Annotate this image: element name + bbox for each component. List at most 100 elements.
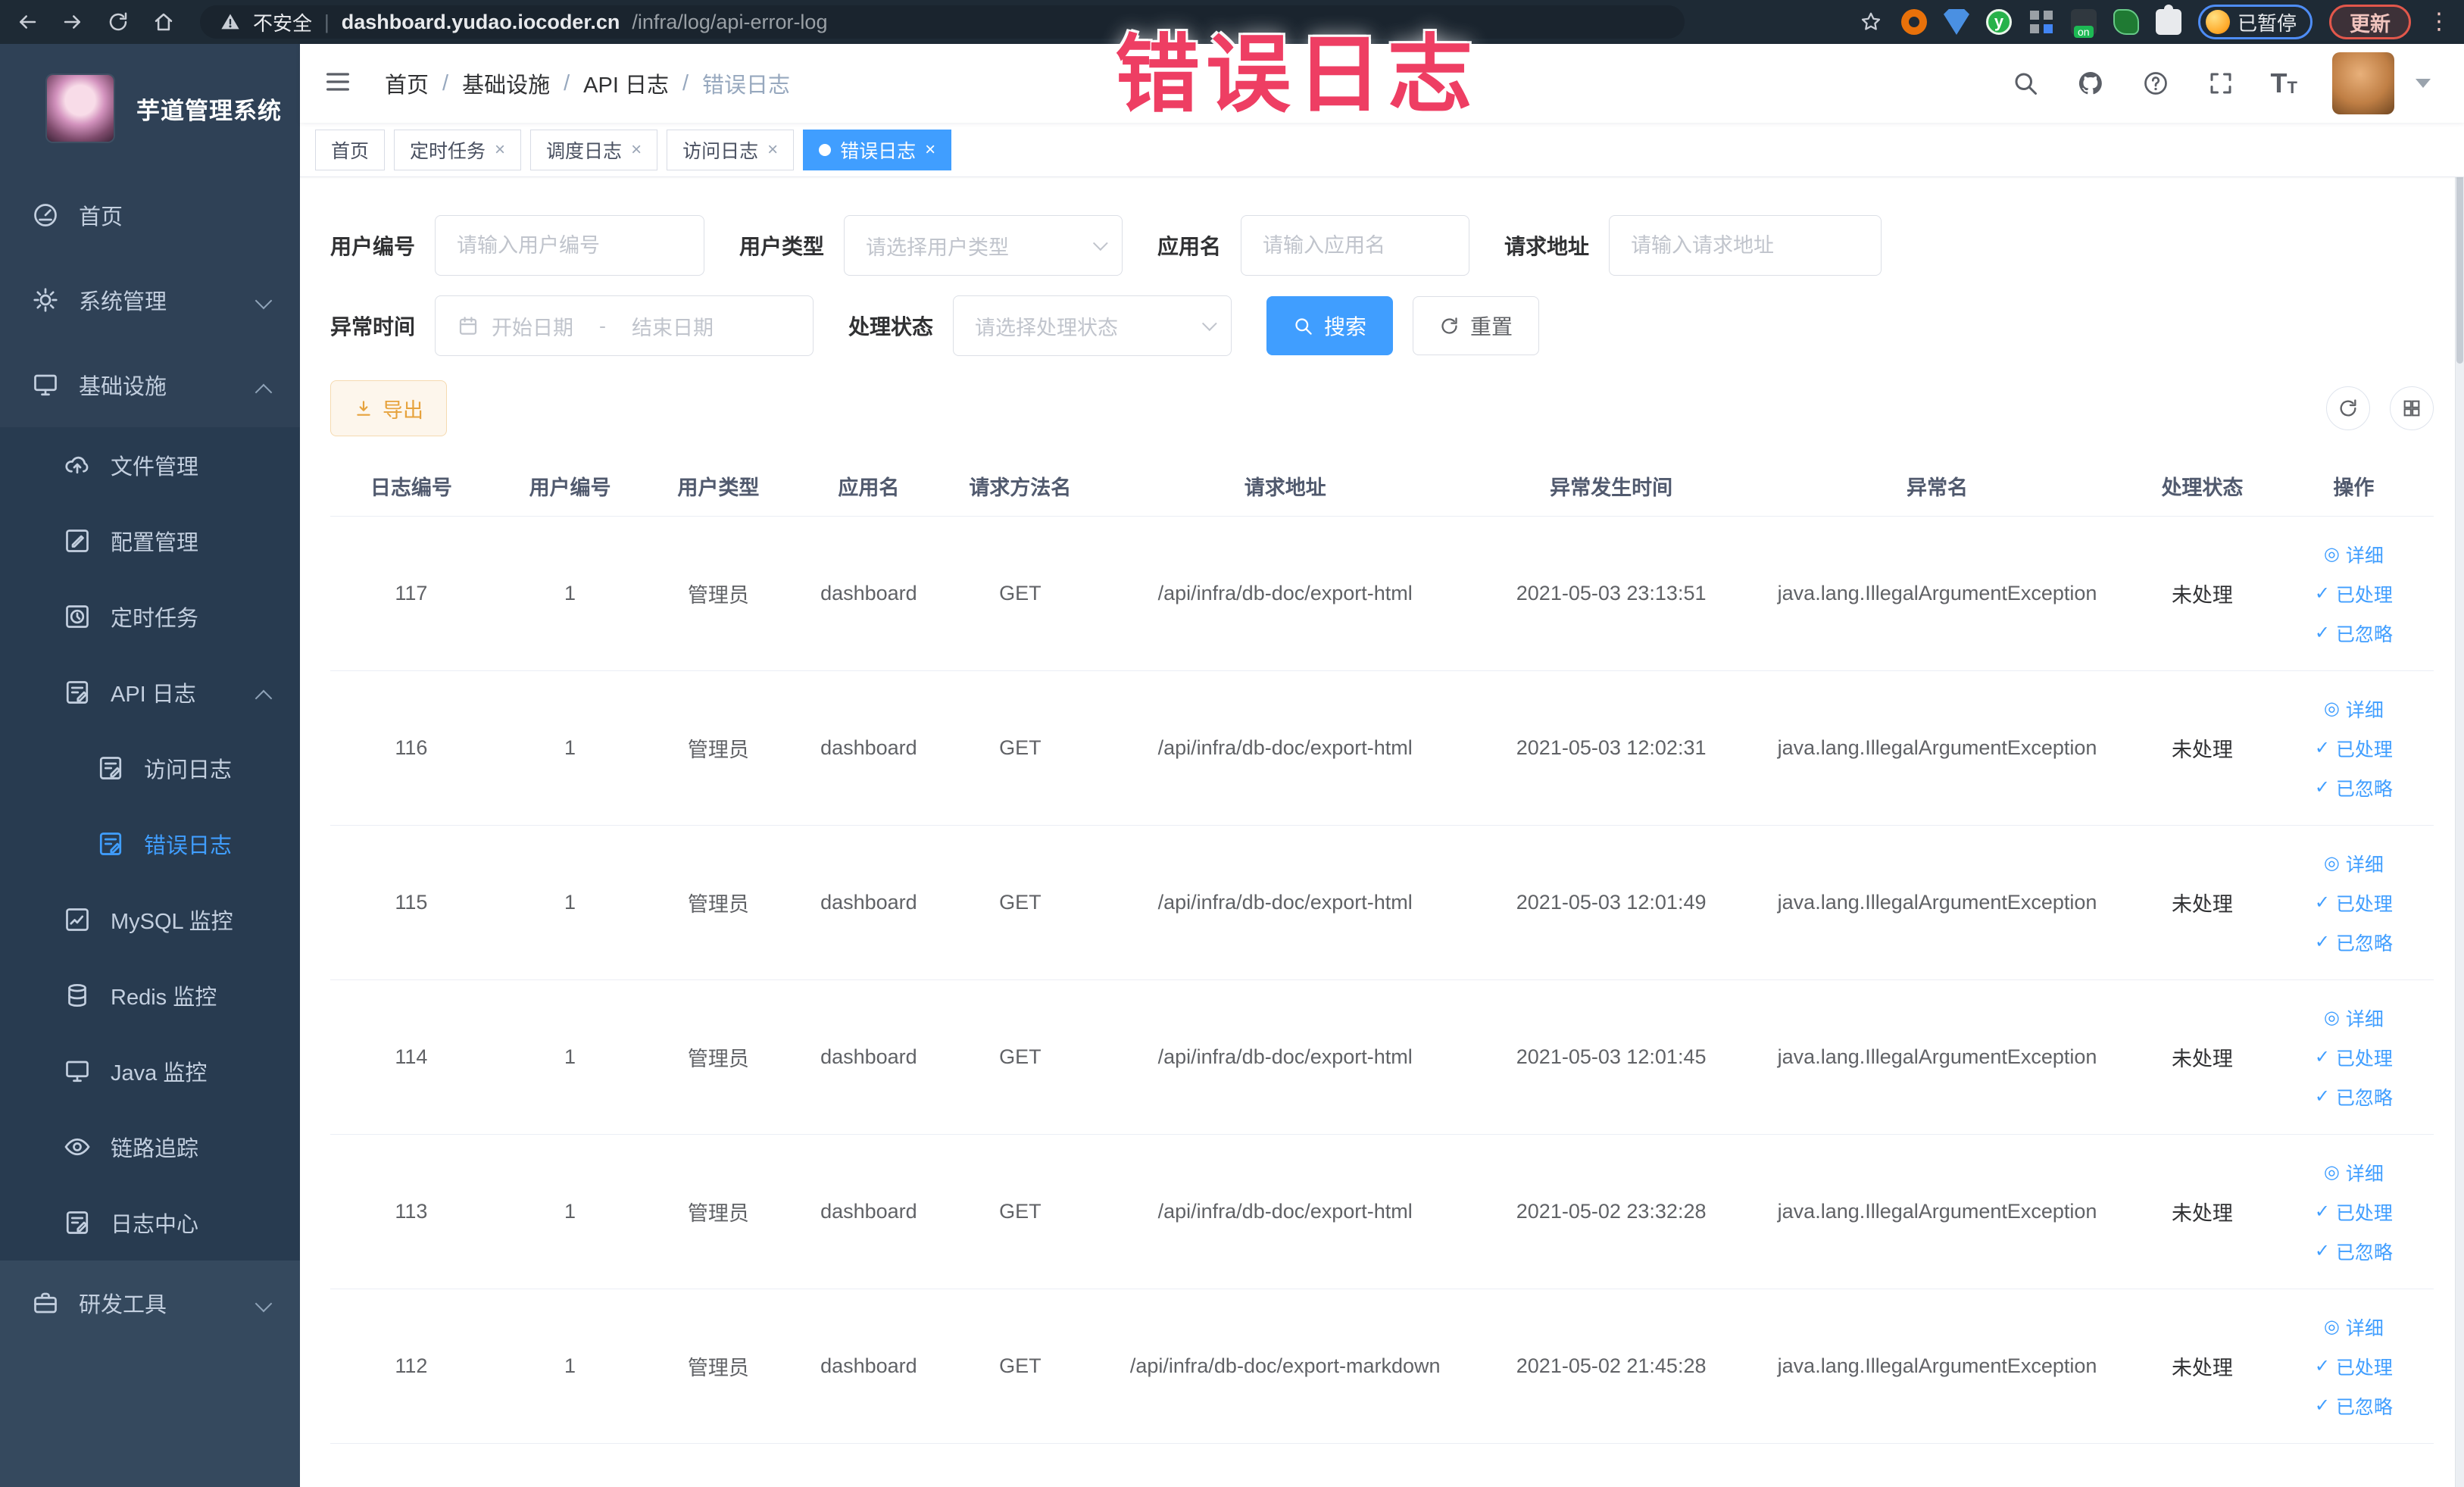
mark-ignored-link[interactable]: ✓ 已忽略 bbox=[2315, 774, 2393, 801]
detail-link[interactable]: ◎ 详细 bbox=[2324, 1004, 2384, 1032]
sidebar-item-trace[interactable]: 链路追踪 bbox=[0, 1109, 300, 1185]
browser-forward-icon[interactable] bbox=[59, 8, 86, 36]
browser-back-icon[interactable] bbox=[14, 8, 41, 36]
breadcrumb-home[interactable]: 首页 bbox=[385, 67, 429, 99]
sidebar-item-config-management[interactable]: 配置管理 bbox=[0, 503, 300, 579]
browser-reload-icon[interactable] bbox=[105, 8, 132, 36]
mark-processed-link[interactable]: ✓ 已处理 bbox=[2315, 1044, 2393, 1071]
browser-home-icon[interactable] bbox=[150, 8, 177, 36]
tab-scheduled-tasks[interactable]: 定时任务 × bbox=[394, 129, 522, 170]
refresh-icon bbox=[1439, 316, 1460, 336]
annotation-error-log: 错误日志 bbox=[1115, 27, 1479, 122]
chart-icon bbox=[64, 906, 91, 933]
sidebar-item-api-log[interactable]: API 日志 bbox=[0, 654, 300, 730]
sidebar-toggle-icon[interactable] bbox=[323, 67, 356, 100]
eye-icon: ◎ bbox=[2323, 1007, 2340, 1028]
monitor-icon bbox=[64, 1057, 91, 1085]
toolbox-icon bbox=[32, 1289, 59, 1317]
docs-help-icon[interactable] bbox=[2141, 68, 2171, 98]
chrome-update-button[interactable]: 更新 bbox=[2329, 5, 2411, 39]
status-badge: 未处理 bbox=[2171, 1048, 2233, 1070]
user-id-input[interactable] bbox=[457, 233, 683, 258]
detail-link[interactable]: ◎ 详细 bbox=[2324, 541, 2384, 568]
app-name-input[interactable] bbox=[1263, 233, 1448, 258]
profile-paused-badge[interactable]: 已暂停 bbox=[2197, 5, 2313, 39]
font-size-icon[interactable]: TT bbox=[2271, 70, 2297, 97]
search-button[interactable]: 搜索 bbox=[1266, 296, 1394, 355]
log-icon bbox=[64, 1209, 91, 1236]
sidebar-item-file-management[interactable]: 文件管理 bbox=[0, 427, 300, 503]
extension-shield-icon[interactable] bbox=[1943, 9, 1969, 35]
eye-icon: ◎ bbox=[2323, 698, 2340, 719]
mark-processed-link[interactable]: ✓ 已处理 bbox=[2315, 1353, 2393, 1380]
mark-processed-link[interactable]: ✓ 已处理 bbox=[2315, 580, 2393, 608]
date-range-picker[interactable]: 开始日期 - 结束日期 bbox=[435, 295, 814, 356]
sidebar-item-dev-tools[interactable]: 研发工具 bbox=[0, 1261, 300, 1345]
export-button[interactable]: 导出 bbox=[330, 380, 447, 436]
avatar-caret-icon[interactable] bbox=[2416, 79, 2431, 88]
request-url-input[interactable] bbox=[1631, 233, 1860, 258]
active-tab-dot bbox=[819, 143, 832, 156]
sidebar-item-infrastructure[interactable]: 基础设施 bbox=[0, 342, 300, 427]
extension-y-icon[interactable]: y bbox=[1985, 9, 2012, 35]
close-icon[interactable]: × bbox=[767, 139, 778, 161]
fullscreen-icon[interactable] bbox=[2206, 68, 2236, 98]
extension-orange-icon[interactable] bbox=[1900, 9, 1927, 35]
close-icon[interactable]: × bbox=[925, 139, 935, 161]
log-icon bbox=[97, 754, 124, 782]
column-settings-button[interactable] bbox=[2390, 386, 2434, 430]
page-scrollbar[interactable] bbox=[2455, 44, 2464, 1487]
tab-dispatch-log[interactable]: 调度日志 × bbox=[530, 129, 658, 170]
extensions-puzzle-icon[interactable] bbox=[2155, 5, 2181, 35]
browser-menu-icon[interactable]: ⋮ bbox=[2428, 11, 2450, 33]
user-avatar[interactable] bbox=[2332, 52, 2394, 114]
sidebar-item-system-management[interactable]: 系统管理 bbox=[0, 258, 300, 342]
reset-button[interactable]: 重置 bbox=[1413, 296, 1540, 355]
process-status-select[interactable]: 请选择处理状态 bbox=[953, 295, 1232, 356]
extension-grid-icon[interactable] bbox=[2028, 9, 2054, 35]
tab-error-log[interactable]: 错误日志 × bbox=[803, 129, 952, 170]
tab-home[interactable]: 首页 bbox=[315, 129, 386, 170]
detail-link[interactable]: ◎ 详细 bbox=[2324, 1159, 2384, 1186]
bookmark-star-icon[interactable] bbox=[1857, 8, 1885, 36]
breadcrumb-api-log[interactable]: API 日志 bbox=[583, 67, 669, 99]
extension-sprout-icon[interactable] bbox=[2113, 9, 2139, 35]
github-icon[interactable] bbox=[2075, 68, 2106, 98]
chevron-down-icon bbox=[255, 292, 273, 310]
detail-link[interactable]: ◎ 详细 bbox=[2324, 1314, 2384, 1341]
sidebar: 芋道管理系统 首页 系统管理 基础设施 文件管理 配置管理 定时任务 API 日… bbox=[0, 44, 300, 1487]
sidebar-item-java-monitor[interactable]: Java 监控 bbox=[0, 1033, 300, 1109]
extension-on-badge-icon[interactable] bbox=[2070, 9, 2097, 38]
mark-processed-link[interactable]: ✓ 已处理 bbox=[2315, 889, 2393, 917]
mark-ignored-link[interactable]: ✓ 已忽略 bbox=[2315, 929, 2393, 956]
sidebar-item-mysql-monitor[interactable]: MySQL 监控 bbox=[0, 882, 300, 957]
check-icon: ✓ bbox=[2314, 1047, 2330, 1067]
refresh-table-button[interactable] bbox=[2326, 386, 2370, 430]
detail-link[interactable]: ◎ 详细 bbox=[2324, 695, 2384, 723]
sidebar-item-scheduled-tasks[interactable]: 定时任务 bbox=[0, 579, 300, 654]
user-type-select[interactable]: 请选择用户类型 bbox=[844, 215, 1123, 276]
table-row: 114 1 管理员 dashboard GET /api/infra/db-do… bbox=[330, 980, 2434, 1135]
breadcrumb-infrastructure[interactable]: 基础设施 bbox=[462, 67, 550, 99]
mark-processed-link[interactable]: ✓ 已处理 bbox=[2315, 1198, 2393, 1226]
mark-processed-link[interactable]: ✓ 已处理 bbox=[2315, 735, 2393, 762]
detail-link[interactable]: ◎ 详细 bbox=[2324, 850, 2384, 877]
breadcrumb-current: 错误日志 bbox=[702, 73, 791, 98]
search-icon[interactable] bbox=[2010, 68, 2041, 98]
mark-ignored-link[interactable]: ✓ 已忽略 bbox=[2315, 1083, 2393, 1111]
app-title: 芋道管理系统 bbox=[136, 97, 282, 124]
table-row: 113 1 管理员 dashboard GET /api/infra/db-do… bbox=[330, 1135, 2434, 1289]
sidebar-item-log-center[interactable]: 日志中心 bbox=[0, 1185, 300, 1261]
grid-icon bbox=[2401, 398, 2422, 419]
sidebar-item-redis-monitor[interactable]: Redis 监控 bbox=[0, 957, 300, 1033]
sidebar-item-access-log[interactable]: 访问日志 bbox=[0, 730, 300, 806]
sidebar-item-home[interactable]: 首页 bbox=[0, 173, 300, 258]
close-icon[interactable]: × bbox=[495, 139, 505, 161]
mark-ignored-link[interactable]: ✓ 已忽略 bbox=[2315, 1392, 2393, 1420]
mark-ignored-link[interactable]: ✓ 已忽略 bbox=[2315, 620, 2393, 647]
url-host: dashboard.yudao.iocoder.cn bbox=[341, 10, 620, 33]
close-icon[interactable]: × bbox=[631, 139, 642, 161]
tab-access-log[interactable]: 访问日志 × bbox=[667, 129, 795, 170]
sidebar-item-error-log[interactable]: 错误日志 bbox=[0, 806, 300, 882]
mark-ignored-link[interactable]: ✓ 已忽略 bbox=[2315, 1238, 2393, 1265]
